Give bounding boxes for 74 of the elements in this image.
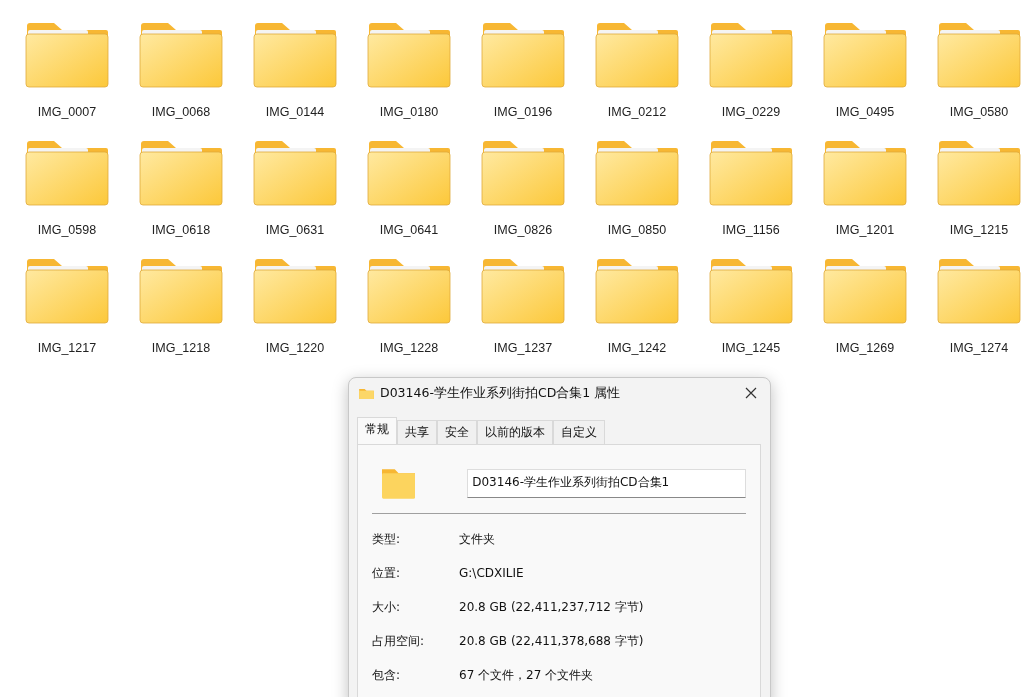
folder-icon[interactable] (481, 22, 565, 88)
property-label: 位置: (372, 564, 402, 582)
folder-icon[interactable] (139, 258, 223, 324)
folder-name[interactable]: IMG_0850 (607, 223, 667, 237)
folder-icon[interactable] (367, 258, 451, 324)
folder-icon[interactable] (367, 22, 451, 88)
folder-name[interactable]: IMG_1201 (835, 223, 895, 237)
property-value: 67 个文件，27 个文件夹 (459, 666, 594, 684)
property-value: 20.8 GB (22,411,237,712 字节) (459, 598, 644, 616)
folder-name[interactable]: IMG_0196 (493, 105, 553, 119)
folder-icon (359, 387, 374, 399)
folder-icon[interactable] (823, 140, 907, 206)
folder-icon[interactable] (25, 140, 109, 206)
folder-name[interactable]: IMG_0212 (607, 105, 667, 119)
folder-name[interactable]: IMG_1269 (835, 341, 895, 355)
property-label: 占用空间: (372, 632, 426, 650)
folder-icon[interactable] (823, 22, 907, 88)
folder-icon[interactable] (595, 140, 679, 206)
property-label: 类型: (372, 530, 402, 548)
folder-icon[interactable] (481, 258, 565, 324)
folder-name[interactable]: IMG_0598 (37, 223, 97, 237)
folder-icon[interactable] (253, 140, 337, 206)
folder-icon[interactable] (823, 258, 907, 324)
tab[interactable]: 常规 (357, 417, 397, 444)
folder-icon[interactable] (595, 22, 679, 88)
folder-icon[interactable] (139, 22, 223, 88)
folder-name[interactable]: IMG_1218 (151, 341, 211, 355)
folder-name[interactable]: IMG_1237 (493, 341, 553, 355)
property-label: 包含: (372, 666, 402, 684)
folder-name[interactable]: IMG_1245 (721, 341, 781, 355)
folder-icon[interactable] (253, 22, 337, 88)
folder-name[interactable]: IMG_0007 (37, 105, 97, 119)
folder-icon[interactable] (709, 22, 793, 88)
property-value: G:\CDXILIE (459, 566, 524, 580)
tab[interactable]: 以前的版本 (477, 420, 553, 444)
folder-name[interactable]: IMG_0068 (151, 105, 211, 119)
property-value: 20.8 GB (22,411,378,688 字节) (459, 632, 644, 650)
folder-name[interactable]: IMG_0826 (493, 223, 553, 237)
tab[interactable]: 共享 (397, 420, 437, 444)
folder-name[interactable]: IMG_1217 (37, 341, 97, 355)
tab[interactable]: 自定义 (553, 420, 605, 444)
folder-icon[interactable] (937, 22, 1021, 88)
folder-icon[interactable] (709, 140, 793, 206)
close-icon[interactable] (745, 387, 757, 399)
name-field[interactable]: D03146-学生作业系列街拍CD合集1 (467, 468, 746, 498)
folder-icon[interactable] (937, 258, 1021, 324)
folder-icon[interactable] (25, 22, 109, 88)
window-title: D03146-学生作业系列街拍CD合集1 属性 (380, 384, 622, 402)
folder-icon[interactable] (709, 258, 793, 324)
folder-icon[interactable] (595, 258, 679, 324)
folder-name[interactable]: IMG_1156 (722, 223, 780, 237)
folder-name[interactable]: IMG_1215 (949, 223, 1009, 237)
folder-icon (382, 467, 416, 499)
folder-name[interactable]: IMG_0580 (949, 105, 1009, 119)
folder-name[interactable]: IMG_0144 (265, 105, 325, 119)
folder-name[interactable]: IMG_0229 (721, 105, 781, 119)
folder-name[interactable]: IMG_1242 (607, 341, 667, 355)
folder-icon[interactable] (253, 258, 337, 324)
folder-icon[interactable] (139, 140, 223, 206)
folder-name[interactable]: IMG_0495 (835, 105, 895, 119)
property-label: 大小: (372, 598, 402, 616)
folder-icon[interactable] (937, 140, 1021, 206)
folder-icon[interactable] (25, 258, 109, 324)
folder-name[interactable]: IMG_0631 (265, 223, 325, 237)
folder-name[interactable]: IMG_1228 (379, 341, 439, 355)
folder-name[interactable]: IMG_1220 (265, 341, 325, 355)
property-value: 文件夹 (459, 530, 495, 548)
folder-name[interactable]: IMG_0641 (379, 223, 439, 237)
folder-icon[interactable] (481, 140, 565, 206)
folder-name[interactable]: IMG_1274 (949, 341, 1009, 355)
folder-name[interactable]: IMG_0618 (151, 223, 211, 237)
folder-name[interactable]: IMG_0180 (379, 105, 439, 119)
tab[interactable]: 安全 (437, 420, 477, 444)
folder-icon[interactable] (367, 140, 451, 206)
